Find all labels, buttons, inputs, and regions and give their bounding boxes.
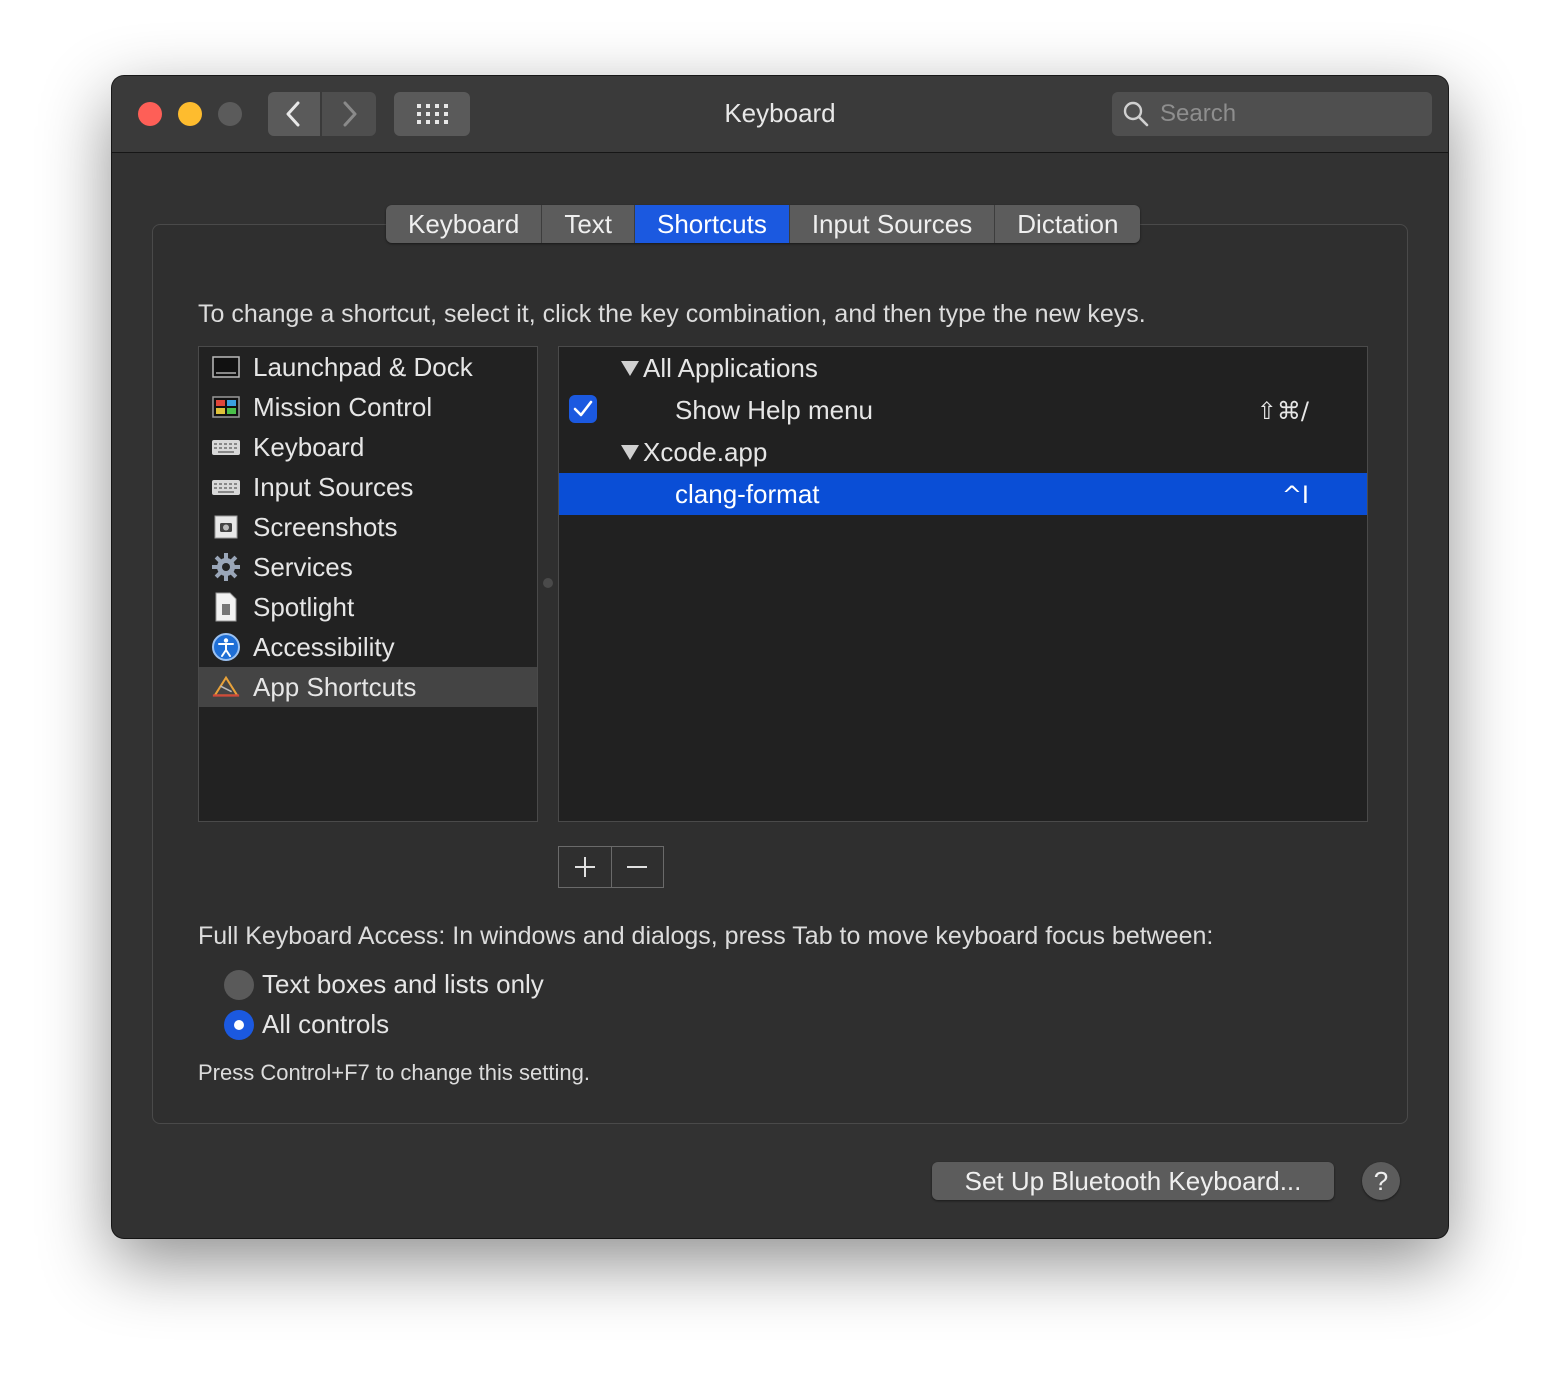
add-remove-control	[558, 846, 664, 888]
add-shortcut-button[interactable]	[559, 847, 612, 887]
sidebar-item-keyboard[interactable]: Keyboard	[199, 427, 537, 467]
gear-icon	[211, 552, 241, 582]
keyboard-icon	[211, 472, 241, 502]
screenshot-icon	[211, 512, 241, 542]
sidebar-item-label: Launchpad & Dock	[253, 352, 473, 383]
shortcut-keys[interactable]: ⇧⌘/	[1257, 397, 1309, 425]
tab-dictation[interactable]: Dictation	[995, 205, 1140, 243]
accessibility-icon	[211, 632, 241, 662]
remove-shortcut-button[interactable]	[612, 847, 664, 887]
radio-label: Text boxes and lists only	[262, 969, 544, 1000]
checkmark-icon	[573, 400, 593, 418]
sidebar-item-label: Screenshots	[253, 512, 398, 543]
plus-icon	[573, 855, 597, 879]
split-view-handle[interactable]	[543, 578, 553, 588]
launchpad-icon	[211, 352, 241, 382]
help-button[interactable]: ?	[1362, 1162, 1400, 1200]
tab-bar: Keyboard Text Shortcuts Input Sources Di…	[386, 205, 1140, 243]
search-icon	[1122, 100, 1150, 128]
group-row-xcode[interactable]: Xcode.app	[559, 431, 1367, 473]
full-keyboard-access-label: Full Keyboard Access: In windows and dia…	[198, 922, 1213, 951]
shortcut-category-list[interactable]: Launchpad & Dock Mission Control Keyboar…	[198, 346, 538, 822]
radio-button[interactable]	[224, 1010, 254, 1040]
sidebar-item-services[interactable]: Services	[199, 547, 537, 587]
keyboard-icon	[211, 432, 241, 462]
instructions-text: To change a shortcut, select it, click t…	[198, 300, 1146, 329]
sidebar-item-label: Keyboard	[253, 432, 364, 463]
tab-keyboard[interactable]: Keyboard	[386, 205, 542, 243]
sidebar-item-launchpad-dock[interactable]: Launchpad & Dock	[199, 347, 537, 387]
preferences-window: Keyboard Keyboard Text Shortcuts Input S…	[112, 76, 1448, 1238]
sidebar-item-spotlight[interactable]: Spotlight	[199, 587, 537, 627]
tab-input-sources[interactable]: Input Sources	[790, 205, 995, 243]
shortcut-row-show-help-menu[interactable]: Show Help menu ⇧⌘/	[559, 389, 1367, 431]
sidebar-item-label: Services	[253, 552, 353, 583]
mission-control-icon	[211, 392, 241, 422]
disclosure-triangle-icon[interactable]	[621, 361, 639, 376]
sidebar-item-label: App Shortcuts	[253, 672, 416, 703]
sidebar-item-screenshots[interactable]: Screenshots	[199, 507, 537, 547]
group-row-all-applications[interactable]: All Applications	[559, 347, 1367, 389]
sidebar-item-label: Input Sources	[253, 472, 413, 503]
search-input[interactable]	[1158, 99, 1422, 129]
hint-text: Press Control+F7 to change this setting.	[198, 1060, 590, 1086]
radio-text-boxes-and-lists[interactable]: Text boxes and lists only	[224, 969, 544, 1000]
radio-button[interactable]	[224, 970, 254, 1000]
sidebar-item-app-shortcuts[interactable]: App Shortcuts	[199, 667, 537, 707]
shortcut-label: clang-format	[675, 479, 820, 510]
sidebar-item-mission-control[interactable]: Mission Control	[199, 387, 537, 427]
shortcut-keys[interactable]: ^I	[1282, 481, 1309, 509]
radio-label: All controls	[262, 1009, 389, 1040]
sidebar-item-accessibility[interactable]: Accessibility	[199, 627, 537, 667]
group-label: All Applications	[643, 353, 818, 384]
title-bar: Keyboard	[112, 76, 1448, 153]
group-label: Xcode.app	[643, 437, 767, 468]
tab-shortcuts[interactable]: Shortcuts	[635, 205, 790, 243]
search-field[interactable]	[1112, 92, 1432, 136]
shortcuts-outline[interactable]: All Applications Show Help menu ⇧⌘/ Xcod…	[558, 346, 1368, 822]
set-up-bluetooth-keyboard-button[interactable]: Set Up Bluetooth Keyboard...	[932, 1162, 1334, 1200]
minus-icon	[625, 855, 649, 879]
sidebar-item-label: Mission Control	[253, 392, 432, 423]
sidebar-item-input-sources[interactable]: Input Sources	[199, 467, 537, 507]
shortcut-row-clang-format[interactable]: clang-format ^I	[559, 473, 1367, 515]
disclosure-triangle-icon[interactable]	[621, 445, 639, 460]
radio-all-controls[interactable]: All controls	[224, 1009, 389, 1040]
sidebar-item-label: Spotlight	[253, 592, 354, 623]
shortcut-label: Show Help menu	[675, 395, 873, 426]
sidebar-item-label: Accessibility	[253, 632, 395, 663]
app-shortcuts-icon	[211, 672, 241, 702]
shortcut-enabled-checkbox[interactable]	[569, 395, 597, 423]
document-icon	[211, 592, 241, 622]
tab-text[interactable]: Text	[542, 205, 635, 243]
